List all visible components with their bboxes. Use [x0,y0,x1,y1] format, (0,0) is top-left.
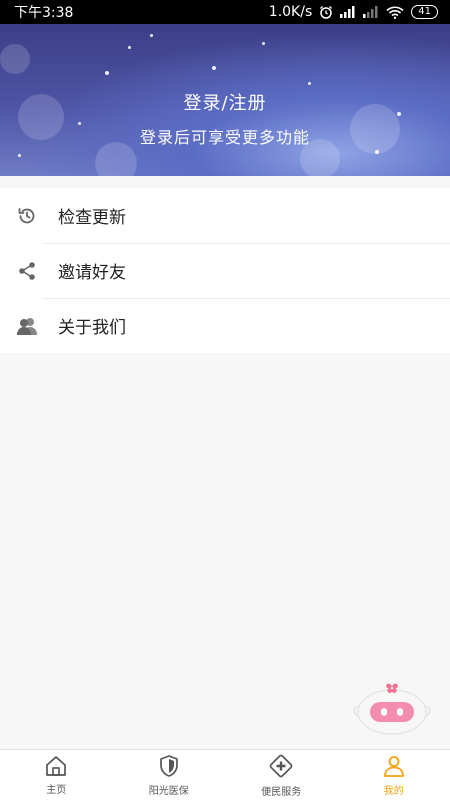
bokeh-decoration [308,82,311,85]
status-time: 下午3:38 [14,5,74,21]
person-icon [383,755,404,777]
menu-item-label: 检查更新 [58,208,126,228]
bokeh-decoration [105,71,109,75]
settings-menu: 检查更新 邀请好友 关于我们 [0,188,450,353]
wifi-icon [386,6,404,19]
bokeh-decoration [375,150,379,154]
status-bar: 下午3:38 1.0K/s 41 [0,0,450,24]
menu-item-check-update[interactable]: 检查更新 [0,188,450,243]
bokeh-decoration [128,46,131,49]
shield-icon [159,754,178,777]
bokeh-decoration [0,44,30,74]
share-icon [0,261,58,281]
bokeh-decoration [212,66,216,70]
menu-item-invite-friends[interactable]: 邀请好友 [0,243,450,298]
login-banner[interactable]: 登录/注册 登录后可享受更多功能 [0,24,450,176]
login-subtitle: 登录后可享受更多功能 [139,128,310,147]
status-right: 1.0K/s 41 [269,4,438,20]
bottom-tab-bar: 主页 阳光医保 便民服务 我的 [0,749,450,800]
bokeh-decoration [262,42,265,45]
tab-sunshine-insurance[interactable]: 阳光医保 [113,750,226,800]
assistant-mascot[interactable] [350,678,434,738]
tab-convenience-services[interactable]: 便民服务 [225,750,338,800]
tab-label: 便民服务 [261,786,302,798]
menu-item-label: 邀请好友 [58,263,126,283]
users-icon [0,316,58,336]
bokeh-decoration [18,154,21,157]
menu-item-label: 关于我们 [58,318,126,338]
tab-label: 主页 [46,784,67,796]
alarm-icon [319,5,333,19]
network-speed: 1.0K/s [268,4,313,20]
medical-cross-icon [269,754,293,777]
battery-icon: 41 [411,5,438,19]
menu-item-about-us[interactable]: 关于我们 [0,298,450,353]
login-register-title[interactable]: 登录/注册 [0,89,450,115]
home-icon [46,755,67,776]
tab-label: 我的 [383,785,404,797]
tab-mine[interactable]: 我的 [338,750,450,800]
signal-weak-icon [363,6,379,18]
tab-home[interactable]: 主页 [0,750,113,800]
refresh-clock-icon [0,206,58,226]
bokeh-decoration [150,34,153,37]
tab-label: 阳光医保 [148,785,189,797]
signal-icon [340,6,356,18]
